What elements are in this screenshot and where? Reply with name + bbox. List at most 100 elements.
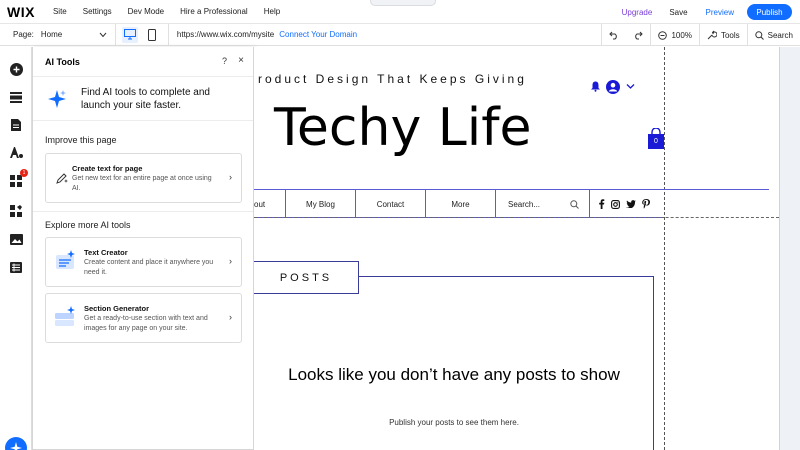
help-icon[interactable]: ? (222, 56, 227, 66)
editor-toolbar: Page: Home https://www.wix.com/mysite Co… (0, 23, 800, 46)
chevron-right-icon: › (229, 312, 232, 322)
panel-intro: Find AI tools to complete and launch you… (33, 77, 253, 121)
media-button[interactable] (8, 231, 24, 247)
canvas-right-gutter (779, 47, 800, 450)
nav-item-about[interactable]: out (254, 190, 286, 218)
zoom-out-icon (658, 30, 668, 40)
add-section-button[interactable] (8, 89, 24, 105)
card-title: Text Creator (84, 248, 128, 257)
top-notch-handle[interactable] (370, 0, 436, 6)
card-title: Section Generator (84, 304, 150, 313)
posts-heading: POSTS (279, 271, 333, 284)
site-search-box[interactable]: Search... (496, 190, 590, 218)
cart-icon[interactable]: 0 (647, 127, 665, 150)
panel-header: AI Tools ? × (33, 47, 253, 77)
design-button[interactable] (8, 145, 24, 161)
menu-dev-mode[interactable]: Dev Mode (128, 7, 164, 16)
add-icon (9, 62, 23, 76)
pages-icon (11, 119, 21, 131)
apps-icon (10, 175, 22, 187)
redo-button[interactable] (626, 24, 650, 46)
facebook-icon[interactable] (598, 199, 605, 209)
upgrade-link[interactable]: Upgrade (622, 8, 653, 17)
undo-button[interactable] (601, 24, 626, 46)
chevron-down-icon (99, 32, 107, 37)
cms-button[interactable] (8, 259, 24, 275)
publish-button[interactable]: Publish (747, 4, 792, 20)
search-icon (570, 199, 579, 209)
chevron-right-icon: › (229, 172, 232, 182)
card-title: Create text for page (72, 164, 143, 173)
notifications-bell-icon[interactable] (590, 81, 601, 92)
page-label: Page: (13, 30, 34, 39)
search-button[interactable]: Search (746, 24, 800, 46)
member-avatar-icon[interactable] (606, 80, 620, 94)
menu-help[interactable]: Help (264, 7, 280, 16)
sections-icon (10, 91, 22, 103)
zoom-button[interactable]: 100% (650, 24, 698, 46)
zoom-level: 100% (671, 30, 692, 40)
page-selector[interactable]: Home (41, 30, 107, 39)
tools-icon (707, 30, 717, 40)
desktop-view-button[interactable] (121, 26, 138, 43)
pencil-sparkle-icon (56, 173, 68, 184)
url-bar: https://www.wix.com/mysite Connect Your … (167, 23, 357, 46)
sparkle-icon (10, 442, 22, 450)
site-url: https://www.wix.com/mysite (176, 30, 275, 39)
undo-icon (609, 31, 618, 39)
create-text-for-page-card[interactable]: Create text for page Get new text for an… (45, 153, 242, 203)
card-description: Get new text for an entire page at once … (72, 175, 212, 192)
chevron-right-icon: › (229, 256, 232, 266)
section-generator-card[interactable]: Section Generator Get a ready-to-use sec… (45, 293, 242, 343)
mobile-view-button[interactable] (144, 27, 160, 43)
divider (114, 23, 116, 46)
left-rail: 1 (0, 47, 32, 450)
instagram-icon[interactable] (611, 199, 620, 209)
pages-button[interactable] (8, 117, 24, 133)
apps-notification-badge: 1 (20, 169, 28, 177)
nav-item-more[interactable]: More (426, 190, 496, 218)
menu-settings[interactable]: Settings (83, 7, 112, 16)
social-bar (590, 190, 650, 218)
add-elements-button[interactable] (8, 61, 24, 77)
panel-intro-text: Find AI tools to complete and launch you… (81, 86, 210, 111)
redo-icon (635, 31, 644, 39)
desktop-icon (123, 29, 136, 40)
section-generator-icon (55, 306, 75, 326)
posts-heading-box[interactable]: POSTS (254, 261, 359, 294)
tools-button[interactable]: Tools (698, 24, 747, 46)
canvas-guide-vertical (664, 47, 665, 450)
close-icon[interactable]: × (238, 55, 244, 66)
empty-posts-title: Looks like you don’t have any posts to s… (288, 365, 620, 384)
panel-title: AI Tools (45, 56, 80, 67)
site-tagline[interactable]: roduct Design That Keeps Giving (258, 72, 527, 86)
menu-site[interactable]: Site (53, 7, 67, 16)
connect-domain-link[interactable]: Connect Your Domain (279, 30, 357, 39)
design-icon (9, 147, 23, 158)
preview-button[interactable]: Preview (706, 8, 734, 17)
nav-item-my-blog[interactable]: My Blog (286, 190, 356, 218)
top-bar: WIX Site Settings Dev Mode Hire a Profes… (0, 0, 800, 24)
media-icon (9, 233, 23, 245)
menu-hire-professional[interactable]: Hire a Professional (180, 7, 248, 16)
tools-label: Tools (720, 30, 740, 40)
site-nav-menu: out My Blog Contact More Search... (254, 190, 650, 218)
twitter-icon[interactable] (626, 200, 636, 208)
text-creator-icon (56, 250, 75, 269)
chevron-down-icon[interactable] (626, 83, 635, 90)
site-search-placeholder: Search... (508, 199, 541, 209)
ai-sparkle-icon (48, 89, 66, 108)
nav-item-contact[interactable]: Contact (356, 190, 426, 218)
explore-section-title: Explore more AI tools (45, 220, 131, 230)
business-tools-button[interactable] (8, 203, 24, 219)
site-title[interactable]: Techy Life (274, 98, 532, 158)
search-icon (754, 30, 764, 40)
wix-logo[interactable]: WIX (7, 4, 35, 20)
search-label: Search (767, 30, 793, 40)
card-description: Get a ready-to-use section with text and… (84, 315, 208, 332)
save-button[interactable]: Save (669, 8, 687, 17)
text-creator-card[interactable]: Text Creator Create content and place it… (45, 237, 242, 287)
divider (33, 211, 253, 212)
pinterest-icon[interactable] (642, 199, 650, 209)
cms-icon (10, 261, 22, 273)
